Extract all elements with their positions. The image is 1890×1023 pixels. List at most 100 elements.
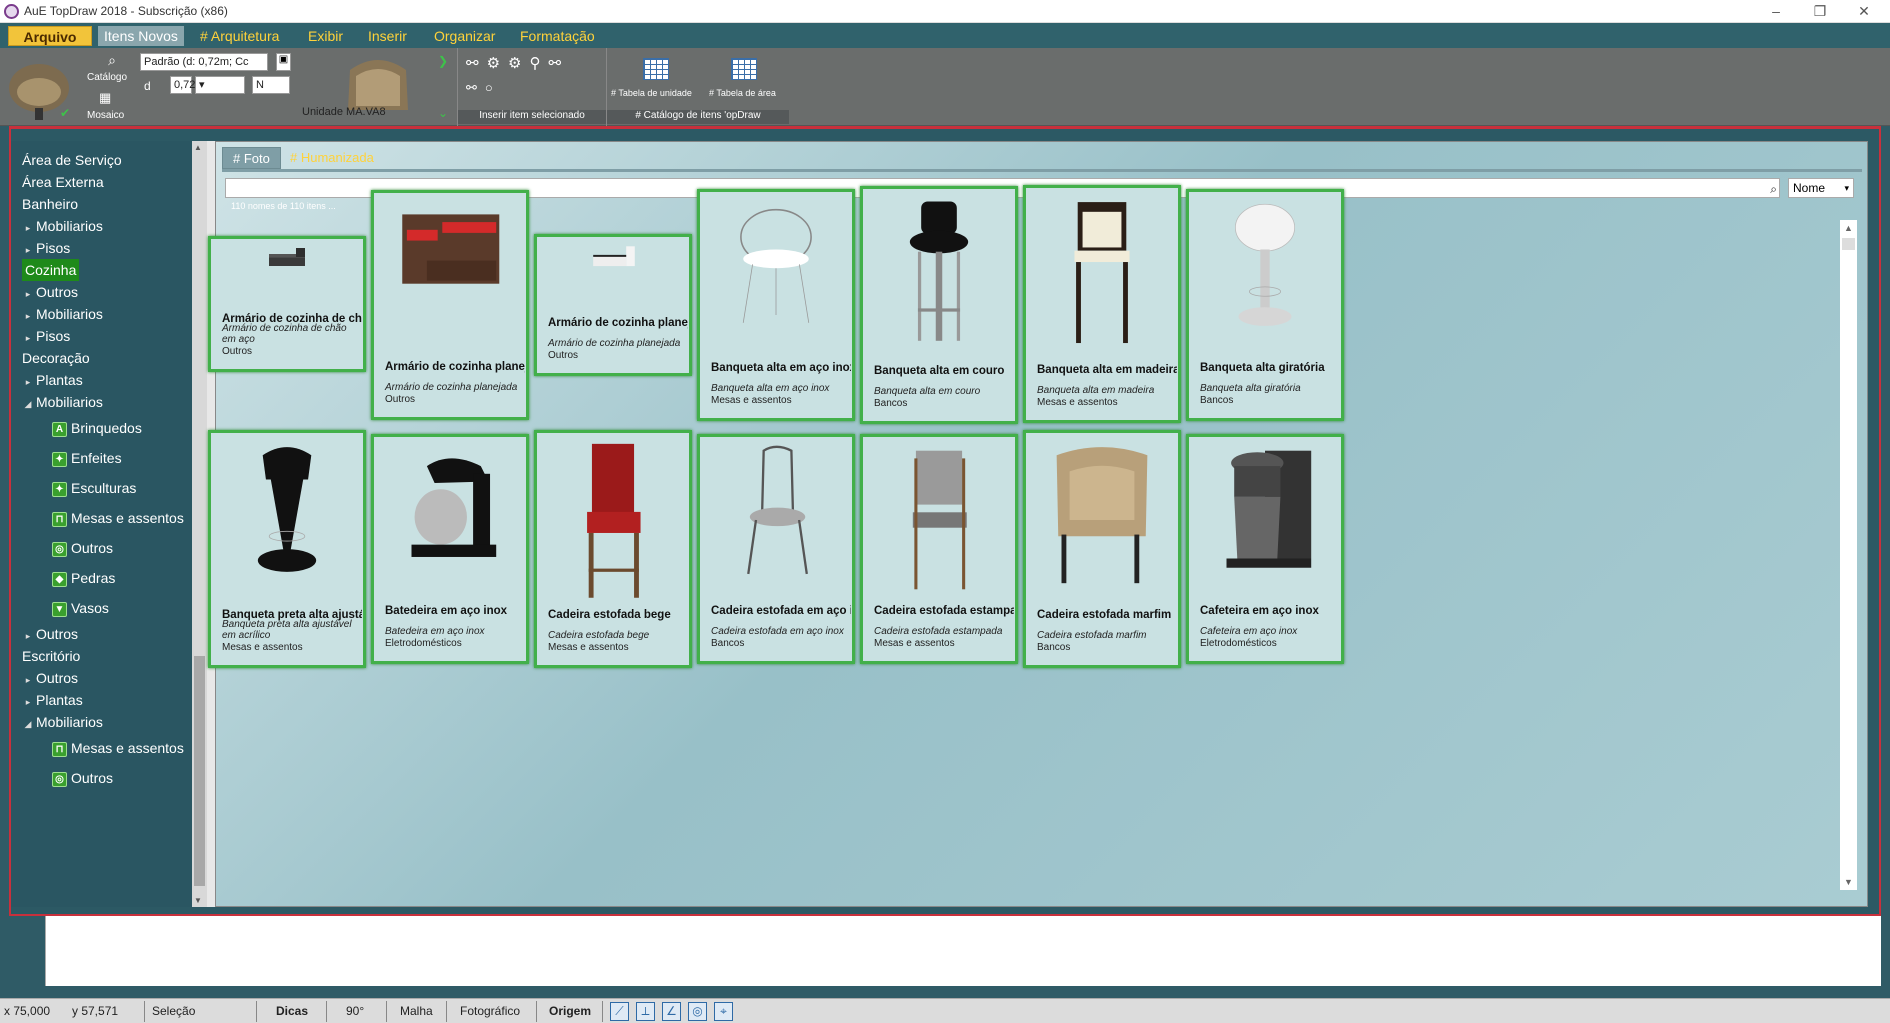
expand-arrow-icon[interactable]: ◢ [20,393,36,415]
catalog-card[interactable]: Cafeteira em aço inox Cafeteira em aço in… [1186,434,1344,664]
tree-item[interactable]: ▸ Outros [20,281,78,303]
catalog-card[interactable]: Cadeira estofada estampada Cadeira estofa… [860,434,1018,664]
menu-inserir[interactable]: Inserir [362,26,413,46]
area-table-label[interactable]: # Tabela de área [709,88,776,98]
tree-item[interactable]: ◆ Pedras [52,567,115,589]
expand-arrow-icon[interactable]: ▸ [20,305,36,327]
catalog-card[interactable]: Armário de cozinha planejada Armário de c… [371,190,529,420]
unit-table-icon[interactable] [643,58,669,80]
catalog-label[interactable]: Catálogo [87,72,127,83]
tree-item[interactable]: Área Externa [22,171,104,193]
catalog-card[interactable]: Banqueta alta em couro Banqueta alta em c… [860,186,1018,424]
search-icon[interactable]: ⌕ [1770,180,1777,198]
snap-angle-icon[interactable]: ∠ [662,1002,681,1021]
tree-item[interactable]: ▸ Mobiliarios [20,215,103,237]
tree-item[interactable]: ⊓ Mesas e assentos [52,737,184,759]
area-table-icon[interactable] [731,58,757,80]
tree-item[interactable]: ✦ Enfeites [52,447,122,469]
tree-item[interactable]: ◎ Outros [52,767,113,789]
sort-select[interactable]: Nome ▾ [1788,178,1854,198]
n-combo[interactable]: N [252,76,290,94]
expand-arrow-icon[interactable]: ▸ [20,327,36,349]
menu-arquitetura[interactable]: # Arquitetura [194,26,285,46]
tree-item[interactable]: A Brinquedos [52,417,142,439]
snap-perpendicular-icon[interactable]: ⟂ [636,1002,655,1021]
angle-toggle[interactable]: 90° [346,1004,364,1018]
tab-foto[interactable]: # Foto [222,147,281,169]
menu-itens-novos[interactable]: Itens Novos [98,26,184,46]
snap-line-icon[interactable]: ⟋ [610,1002,629,1021]
restore-button[interactable]: ❐ [1806,2,1834,20]
tree-item[interactable]: ▸ Outros [20,623,78,645]
expand-arrow-icon[interactable]: ▸ [20,691,36,713]
catalog-card[interactable]: Cadeira estofada bege Cadeira estofada be… [534,430,692,668]
tree-item[interactable]: Escritório [22,645,80,667]
tree-item[interactable]: ▸ Outros [20,667,78,689]
menu-formatacao[interactable]: Formatação [514,26,601,46]
grid-toggle[interactable]: Malha [400,1004,433,1018]
content-scrollbar[interactable]: ▲ ▼ [1840,220,1857,890]
tree-scroll-up-icon[interactable]: ▲ [194,143,202,152]
menu-exibir[interactable]: Exibir [302,26,349,46]
expand-arrow-icon[interactable]: ▸ [20,669,36,691]
tree-item[interactable]: ◢ Mobiliarios [20,391,103,413]
catalog-card[interactable]: Banqueta preta alta ajustávelBanqueta pr… [208,430,366,668]
mosaic-label[interactable]: Mosaico [87,110,124,121]
menu-organizar[interactable]: Organizar [428,26,501,46]
scroll-up-icon[interactable]: ▲ [1840,220,1857,236]
unit-table-label[interactable]: # Tabela de unidade [611,88,692,98]
tree-item[interactable]: Decoração [22,347,90,369]
catalog-card[interactable]: Armário de cozinha planejada Armário de c… [534,234,692,376]
tree-item[interactable]: Área de Serviço [22,149,122,171]
tree-scrollbar[interactable]: ▲ ▼ [192,141,207,907]
expand-arrow-icon[interactable]: ▸ [20,371,36,393]
mosaic-icon[interactable]: ▦ [99,90,111,106]
catalog-search-icon[interactable]: ⌕ [98,52,126,69]
tree-item[interactable]: ▸ Plantas [20,689,83,711]
tree-item[interactable]: ✦ Esculturas [52,477,136,499]
tree-item[interactable]: ▼ Vasos [52,597,109,619]
expand-arrow-icon[interactable]: ▸ [20,283,36,305]
menu-arquivo[interactable]: Arquivo [8,26,92,46]
insert-tools-icons[interactable]: ⚯⚙⚙⚲⚯ [466,54,569,72]
expand-arrow-icon[interactable]: ▸ [20,625,36,647]
origin-toggle[interactable]: Origem [549,1004,591,1018]
catalog-card[interactable]: Banqueta alta em aço inox Banqueta alta e… [697,189,855,421]
tree-item[interactable]: ◢ Mobiliarios [20,711,103,733]
close-button[interactable]: ✕ [1850,2,1878,20]
snap-circle-icon[interactable]: ◎ [688,1002,707,1021]
d-value-input[interactable]: 0,72 [170,76,195,94]
catalog-card[interactable]: Armário de cozinha de chão eArmário de c… [208,236,366,372]
catalog-card[interactable]: Banqueta alta em madeira Banqueta alta em… [1023,185,1181,423]
save-style-icon[interactable]: ▣ [276,53,291,71]
catalog-card[interactable]: Batedeira em aço inox Batedeira em aço in… [371,434,529,664]
tree-item[interactable]: Banheiro [22,193,78,215]
tree-scroll-down-icon[interactable]: ▼ [194,896,202,905]
d-dropdown[interactable]: ▾ [195,76,245,94]
catalog-card[interactable]: Cadeira estofada em aço inox Cadeira esto… [697,434,855,664]
snap-target-icon[interactable]: ⌖ [714,1002,733,1021]
tree-item[interactable]: ▸ Mobiliarios [20,303,103,325]
minimize-button[interactable]: – [1762,2,1790,20]
expand-arrow-icon[interactable]: ▸ [20,239,36,261]
tab-humanizada[interactable]: # Humanizada [280,147,384,169]
catalog-card[interactable]: Banqueta alta giratória Banqueta alta gir… [1186,189,1344,421]
expand-arrow-icon[interactable]: ❯ [438,54,448,68]
style-combo[interactable]: Padrão (d: 0,72m; Cc [140,53,268,71]
drawing-canvas[interactable] [45,916,1881,986]
collapse-arrow-icon[interactable]: ⌄ [438,106,448,120]
catalog-card[interactable]: Cadeira estofada marfim Cadeira estofada … [1023,430,1181,668]
scroll-thumb[interactable] [1842,238,1855,250]
insert-tools-icons-row2[interactable]: ⚯○ [466,80,501,96]
tree-item[interactable]: Cozinha [22,259,80,281]
tree-item[interactable]: ▸ Pisos [20,325,71,349]
expand-arrow-icon[interactable]: ◢ [20,713,36,735]
tree-item[interactable]: ▸ Plantas [20,369,83,391]
tree-item[interactable]: ▸ Pisos [20,237,71,261]
tree-scroll-thumb[interactable] [194,656,205,886]
tree-item[interactable]: ⊓ Mesas e assentos [52,507,184,529]
expand-arrow-icon[interactable]: ▸ [20,217,36,239]
tree-item[interactable]: ◎ Outros [52,537,113,559]
photo-toggle[interactable]: Fotográfico [460,1004,520,1018]
tips-toggle[interactable]: Dicas [276,1004,308,1018]
